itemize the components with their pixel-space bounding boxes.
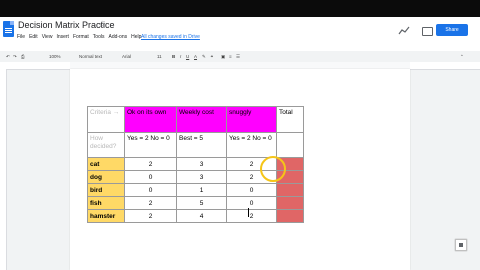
criteria-label[interactable]: Criteria → <box>87 106 125 133</box>
animal-cell[interactable]: bird <box>87 183 125 197</box>
menu-bar: File Edit View Insert Format Tools Add-ons Help <box>17 34 145 40</box>
table-row: bird 0 1 0 <box>87 183 304 197</box>
criterion-3-header[interactable]: snuggly <box>226 106 277 133</box>
criterion-1-header[interactable]: Ok on its own <box>124 106 177 133</box>
undo-icon[interactable]: ↶ <box>6 54 10 60</box>
total-scale-cell[interactable] <box>276 132 304 158</box>
text-color-icon[interactable]: A <box>194 54 197 59</box>
score-cell[interactable]: 0 <box>124 170 177 184</box>
last-edit-link[interactable]: All changes saved in Drive <box>141 34 200 40</box>
score-cell[interactable]: 0 <box>124 183 177 197</box>
menu-format[interactable]: Format <box>73 34 89 40</box>
menu-insert[interactable]: Insert <box>56 34 69 40</box>
table-row: hamster 2 4 2 <box>87 209 304 223</box>
score-cell[interactable]: 0 <box>226 196 277 210</box>
menu-help[interactable]: Help <box>131 34 141 40</box>
line-spacing-icon[interactable]: ☰ <box>236 54 240 60</box>
vertical-ruler <box>0 69 7 270</box>
collapse-toolbar-icon[interactable]: ⌃ <box>460 54 464 60</box>
criterion-2-scale[interactable]: Best = 5 <box>176 132 227 158</box>
style-select[interactable]: Normal text <box>79 54 102 59</box>
score-cell[interactable]: 2 <box>124 157 177 171</box>
animal-cell[interactable]: dog <box>87 170 125 184</box>
italic-icon[interactable]: I <box>180 54 181 59</box>
criterion-3-scale[interactable]: Yes = 2 No = 0 <box>226 132 277 158</box>
animal-cell[interactable]: hamster <box>87 209 125 223</box>
total-cell[interactable] <box>276 183 304 197</box>
docs-logo-icon[interactable] <box>3 21 14 37</box>
screen: Decision Matrix Practice ☆ File Edit View I… <box>0 0 480 270</box>
print-icon[interactable]: ⎙ <box>21 54 25 59</box>
bold-icon[interactable]: B <box>172 54 175 59</box>
total-header[interactable]: Total <box>276 106 304 133</box>
image-icon[interactable]: ▣ <box>221 54 225 60</box>
ruler-active-area <box>70 62 410 69</box>
menu-file[interactable]: File <box>17 34 25 40</box>
table-row: fish 2 5 0 <box>87 196 304 210</box>
animal-cell[interactable]: fish <box>87 196 125 210</box>
menu-addons[interactable]: Add-ons <box>108 34 127 40</box>
menu-tools[interactable]: Tools <box>93 34 105 40</box>
table-header-row: Criteria → Ok on its own Weekly cost snu… <box>87 106 304 133</box>
total-cell[interactable] <box>276 196 304 210</box>
animal-cell[interactable]: cat <box>87 157 125 171</box>
score-cell[interactable]: 1 <box>176 183 227 197</box>
score-cell[interactable]: 3 <box>176 170 227 184</box>
font-select[interactable]: Arial <box>122 54 131 59</box>
score-cell[interactable]: 2 <box>226 209 277 223</box>
menu-edit[interactable]: Edit <box>29 34 38 40</box>
star-icon[interactable]: ☆ <box>98 19 106 30</box>
docs-header: Decision Matrix Practice ☆ File Edit View I… <box>0 17 480 51</box>
score-cell[interactable]: 3 <box>176 157 227 171</box>
criterion-1-scale[interactable]: Yes = 2 No = 0 <box>124 132 177 158</box>
text-cursor <box>248 208 249 217</box>
highlight-icon[interactable]: ✎ <box>202 54 206 60</box>
share-button[interactable]: Share <box>436 24 468 36</box>
criterion-2-header[interactable]: Weekly cost <box>176 106 227 133</box>
menu-view[interactable]: View <box>42 34 53 40</box>
top-black-bar <box>0 0 480 17</box>
score-cell[interactable]: 2 <box>124 196 177 210</box>
score-cell[interactable]: 4 <box>176 209 227 223</box>
highlight-circle-annotation <box>260 156 286 182</box>
link-icon[interactable]: ⚭ <box>210 54 214 60</box>
explore-icon[interactable] <box>455 239 467 251</box>
score-cell[interactable]: 5 <box>176 196 227 210</box>
activity-icon[interactable] <box>398 26 410 36</box>
comment-icon[interactable] <box>422 27 433 36</box>
font-size-select[interactable]: 11 <box>157 54 162 59</box>
underline-icon[interactable]: U <box>186 54 189 59</box>
table-descriptor-row: How decided? Yes = 2 No = 0 Best = 5 Yes… <box>87 132 304 158</box>
zoom-select[interactable]: 100% <box>49 54 61 59</box>
align-icon[interactable]: ≡ <box>229 54 232 59</box>
score-cell[interactable]: 2 <box>124 209 177 223</box>
share-label: Share <box>445 27 459 33</box>
total-cell[interactable] <box>276 209 304 223</box>
how-decided-label[interactable]: How decided? <box>87 132 125 158</box>
score-cell[interactable]: 0 <box>226 183 277 197</box>
redo-icon[interactable]: ↷ <box>13 54 17 60</box>
